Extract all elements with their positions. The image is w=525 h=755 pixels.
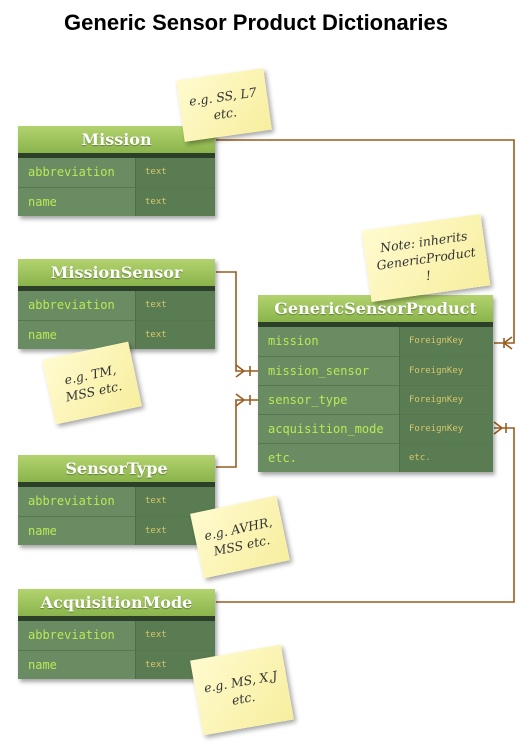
field-row: mission_sensor ForeignKey [258, 356, 493, 385]
note-line: ! [424, 267, 432, 283]
field-row: etc. etc. [258, 443, 493, 472]
note-line: etc. [212, 104, 238, 123]
field-row: abbreviation text [18, 621, 215, 650]
field-row: sensor_type ForeignKey [258, 385, 493, 414]
field-name: etc. [258, 443, 400, 472]
field-name: mission [258, 327, 400, 356]
sticky-note-acquisition-mode: e.g. MS, X,J etc. [190, 644, 294, 736]
field-type: ForeignKey [400, 356, 493, 385]
field-type: ForeignKey [400, 385, 493, 414]
field-type: text [136, 187, 215, 216]
field-type: text [136, 621, 215, 650]
field-row: abbreviation text [18, 158, 215, 187]
field-name: abbreviation [18, 291, 136, 320]
field-row: mission ForeignKey [258, 327, 493, 356]
field-name: name [18, 187, 136, 216]
field-name: abbreviation [18, 621, 136, 650]
field-name: acquisition_mode [258, 414, 400, 443]
field-row: abbreviation text [18, 291, 215, 320]
field-type: text [136, 158, 215, 187]
field-row: name text [18, 187, 215, 216]
sticky-note-mission: e.g. SS, L7 etc. [176, 68, 272, 142]
note-line: etc. [230, 688, 257, 708]
field-row: abbreviation text [18, 487, 215, 516]
field-row: name text [18, 650, 215, 679]
connector-mission-sensor [216, 271, 258, 372]
connector-sensor-type [216, 399, 258, 468]
table-generic-sensor-product: GenericSensorProduct mission ForeignKey … [258, 295, 493, 472]
field-type: ForeignKey [400, 327, 493, 356]
table-title: SensorType [18, 455, 215, 482]
field-name: abbreviation [18, 158, 136, 187]
field-name: abbreviation [18, 487, 136, 516]
field-name: name [18, 650, 136, 679]
table-sensor-type: SensorType abbreviation text name text [18, 455, 215, 545]
table-acquisition-mode: AcquisitionMode abbreviation text name t… [18, 589, 215, 679]
table-title: AcquisitionMode [18, 589, 215, 616]
field-name: mission_sensor [258, 356, 400, 385]
field-row: name text [18, 516, 215, 545]
field-type: etc. [400, 443, 493, 472]
field-row: acquisition_mode ForeignKey [258, 414, 493, 443]
field-name: name [18, 516, 136, 545]
field-type: ForeignKey [400, 414, 493, 443]
table-title: MissionSensor [18, 259, 215, 286]
field-name: sensor_type [258, 385, 400, 414]
field-type: text [136, 320, 215, 349]
table-mission-sensor: MissionSensor abbreviation text name tex… [18, 259, 215, 349]
field-type: text [136, 291, 215, 320]
